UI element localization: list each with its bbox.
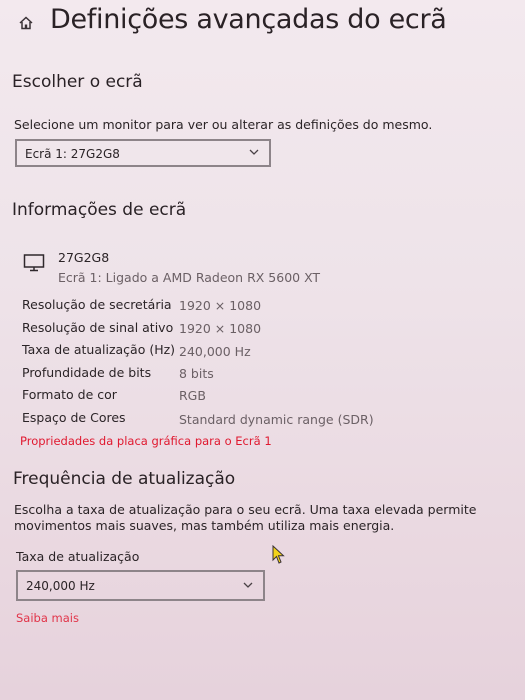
choose-display-heading: Escolher o ecrã [12, 72, 143, 92]
display-info-heading: Informações de ecrã [12, 200, 187, 220]
info-label-color-space: Espaço de Cores [22, 410, 126, 425]
mouse-cursor-icon [272, 545, 285, 564]
monitor-icon [23, 254, 45, 272]
info-label-active-signal-resolution: Resolução de sinal ativo [22, 320, 174, 335]
info-value-refresh-rate: 240,000 Hz [179, 344, 251, 359]
refresh-description-line2: movimentos mais suaves, mas também utili… [14, 518, 395, 533]
choose-display-description: Selecione um monitor para ver ou alterar… [14, 117, 433, 132]
display-select-value: Ecrã 1: 27G2G8 [25, 147, 120, 161]
info-label-bit-depth: Profundidade de bits [22, 365, 152, 380]
info-value-bit-depth: 8 bits [179, 366, 214, 381]
info-value-desktop-resolution: 1920 × 1080 [179, 298, 262, 313]
monitor-name: 27G2G8 [58, 250, 110, 265]
info-label-desktop-resolution: Resolução de secretária [22, 297, 172, 312]
display-select[interactable]: Ecrã 1: 27G2G8 [15, 139, 271, 167]
chevron-down-icon [243, 582, 253, 588]
info-value-active-signal-resolution: 1920 × 1080 [179, 321, 262, 336]
chevron-down-icon [249, 149, 259, 155]
refresh-rate-label: Taxa de atualização [16, 549, 140, 564]
refresh-rate-select-value: 240,000 Hz [26, 579, 95, 593]
refresh-rate-heading: Frequência de atualização [13, 469, 236, 489]
adapter-properties-link[interactable]: Propriedades da placa gráfica para o Ecr… [20, 434, 272, 448]
info-label-color-format: Formato de cor [22, 387, 117, 402]
info-value-color-format: RGB [179, 388, 206, 403]
refresh-rate-select[interactable]: 240,000 Hz [16, 570, 265, 601]
info-label-refresh-rate: Taxa de atualização (Hz) [22, 342, 176, 357]
monitor-connection: Ecrã 1: Ligado a AMD Radeon RX 5600 XT [58, 270, 321, 285]
page-title: Definições avançadas do ecrã [50, 4, 447, 35]
learn-more-link[interactable]: Saiba mais [16, 611, 79, 625]
refresh-description-line1: Escolha a taxa de atualização para o seu… [14, 502, 477, 517]
home-icon[interactable] [18, 15, 34, 31]
info-value-color-space: Standard dynamic range (SDR) [179, 412, 374, 427]
